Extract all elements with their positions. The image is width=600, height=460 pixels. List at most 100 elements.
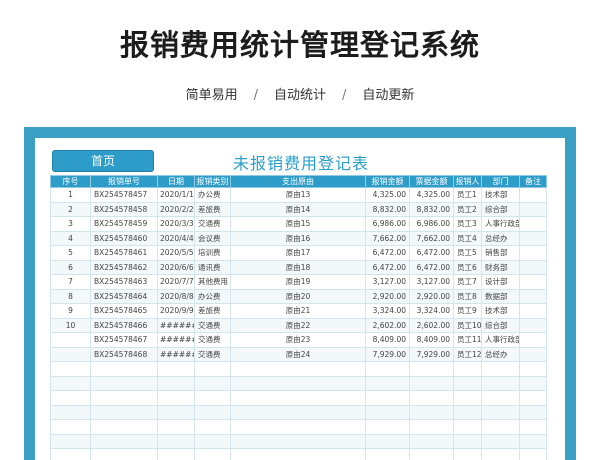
column-header[interactable]: 支出原由 [230, 175, 366, 188]
cell-remark[interactable] [519, 390, 547, 406]
column-header[interactable]: 票据金额 [409, 175, 454, 188]
cell-category[interactable] [194, 404, 231, 420]
cell-claim-amount[interactable]: 7,929.00 [365, 346, 410, 362]
cell-receipt-amount[interactable] [409, 361, 454, 377]
cell-remark[interactable] [519, 274, 547, 290]
cell-department[interactable]: 销售部 [481, 245, 520, 261]
cell-voucher-no[interactable] [90, 390, 158, 406]
cell-claimant[interactable] [453, 404, 482, 420]
table-row[interactable]: 1 BX254578457 2020/1/1 办公费 原由13 4,325.00 4,325… [50, 187, 547, 203]
cell-claimant[interactable]: 员工8 [453, 288, 482, 304]
cell-index[interactable] [50, 332, 91, 348]
cell-reason[interactable]: 原由21 [230, 303, 366, 319]
cell-remark[interactable] [519, 230, 547, 246]
cell-claimant[interactable]: 员工6 [453, 259, 482, 275]
cell-claim-amount[interactable] [365, 419, 410, 435]
table-row[interactable]: 9 BX254578465 2020/9/9 差旅费 原由21 3,324.00 3,324… [50, 303, 547, 319]
table-row[interactable]: 7 BX254578463 2020/7/7 其他费用 原由19 3,127.00 3,12… [50, 274, 547, 290]
cell-category[interactable]: 交通费 [194, 216, 231, 232]
cell-reason[interactable]: 原由17 [230, 245, 366, 261]
cell-claim-amount[interactable]: 2,602.00 [365, 317, 410, 333]
cell-voucher-no[interactable]: BX254578464 [90, 288, 158, 304]
table-row[interactable] [50, 433, 547, 449]
cell-claim-amount[interactable]: 6,472.00 [365, 259, 410, 275]
cell-claimant[interactable] [453, 448, 482, 460]
cell-date[interactable] [157, 433, 195, 449]
cell-index[interactable]: 5 [50, 245, 91, 261]
cell-voucher-no[interactable]: BX254578466 [90, 317, 158, 333]
column-header[interactable]: 备注 [519, 175, 547, 188]
cell-reason[interactable] [230, 448, 366, 460]
cell-index[interactable] [50, 390, 91, 406]
cell-voucher-no[interactable] [90, 361, 158, 377]
cell-date[interactable] [157, 361, 195, 377]
cell-remark[interactable] [519, 361, 547, 377]
cell-category[interactable] [194, 433, 231, 449]
cell-claimant[interactable]: 员工12 [453, 346, 482, 362]
cell-date[interactable]: 2020/4/4 [157, 230, 195, 246]
cell-remark[interactable] [519, 245, 547, 261]
cell-department[interactable]: 总经办 [481, 346, 520, 362]
table-row[interactable]: 10BX254578466#########交通费原由222,602.002,6… [50, 317, 547, 333]
cell-department[interactable]: 设计部 [481, 274, 520, 290]
cell-department[interactable]: 总经办 [481, 230, 520, 246]
cell-voucher-no[interactable] [90, 419, 158, 435]
cell-receipt-amount[interactable]: 4,325.00 [409, 187, 454, 203]
cell-claim-amount[interactable]: 3,324.00 [365, 303, 410, 319]
cell-index[interactable] [50, 361, 91, 377]
cell-category[interactable]: 培训费 [194, 245, 231, 261]
cell-reason[interactable]: 原由22 [230, 317, 366, 333]
cell-reason[interactable] [230, 404, 366, 420]
cell-department[interactable] [481, 375, 520, 391]
cell-remark[interactable] [519, 404, 547, 420]
cell-date[interactable] [157, 404, 195, 420]
cell-reason[interactable]: 原由23 [230, 332, 366, 348]
cell-claim-amount[interactable] [365, 375, 410, 391]
cell-reason[interactable]: 原由15 [230, 216, 366, 232]
cell-remark[interactable] [519, 346, 547, 362]
cell-category[interactable]: 交通费 [194, 346, 231, 362]
cell-claim-amount[interactable]: 4,325.00 [365, 187, 410, 203]
cell-voucher-no[interactable] [90, 375, 158, 391]
column-header[interactable]: 报销单号 [90, 175, 158, 188]
cell-claimant[interactable]: 员工10 [453, 317, 482, 333]
column-header[interactable]: 序号 [50, 175, 91, 188]
cell-reason[interactable]: 原由24 [230, 346, 366, 362]
cell-date[interactable]: 2020/9/9 [157, 303, 195, 319]
cell-department[interactable] [481, 390, 520, 406]
cell-remark[interactable] [519, 433, 547, 449]
cell-claimant[interactable]: 员工3 [453, 216, 482, 232]
cell-category[interactable]: 交通费 [194, 332, 231, 348]
cell-reason[interactable]: 原由18 [230, 259, 366, 275]
cell-remark[interactable] [519, 448, 547, 460]
cell-remark[interactable] [519, 187, 547, 203]
cell-date[interactable]: ######### [157, 346, 195, 362]
table-row[interactable]: BX254578467#########交通费原由238,409.008,409… [50, 332, 547, 348]
cell-voucher-no[interactable]: BX254578460 [90, 230, 158, 246]
cell-category[interactable]: 差旅费 [194, 303, 231, 319]
cell-claim-amount[interactable]: 8,409.00 [365, 332, 410, 348]
cell-claimant[interactable] [453, 375, 482, 391]
cell-date[interactable]: 2020/8/8 [157, 288, 195, 304]
table-row[interactable]: 5 BX254578461 2020/5/5 培训费 原由17 6,472.00 6,472… [50, 245, 547, 261]
column-header[interactable]: 报销人 [453, 175, 482, 188]
cell-claimant[interactable]: 员工4 [453, 230, 482, 246]
cell-department[interactable]: 财务部 [481, 259, 520, 275]
cell-category[interactable] [194, 390, 231, 406]
cell-remark[interactable] [519, 216, 547, 232]
cell-date[interactable]: 2020/2/2 [157, 201, 195, 217]
cell-remark[interactable] [519, 375, 547, 391]
cell-index[interactable] [50, 346, 91, 362]
cell-index[interactable] [50, 433, 91, 449]
cell-date[interactable]: 2020/7/7 [157, 274, 195, 290]
cell-category[interactable] [194, 375, 231, 391]
cell-claim-amount[interactable] [365, 361, 410, 377]
cell-index[interactable]: 1 [50, 187, 91, 203]
cell-claimant[interactable]: 员工1 [453, 187, 482, 203]
cell-receipt-amount[interactable]: 8,409.00 [409, 332, 454, 348]
table-row[interactable]: BX254578468#########交通费原由247,929.007,929… [50, 346, 547, 362]
cell-receipt-amount[interactable] [409, 375, 454, 391]
cell-receipt-amount[interactable] [409, 433, 454, 449]
cell-date[interactable]: 2020/3/3 [157, 216, 195, 232]
cell-category[interactable] [194, 419, 231, 435]
